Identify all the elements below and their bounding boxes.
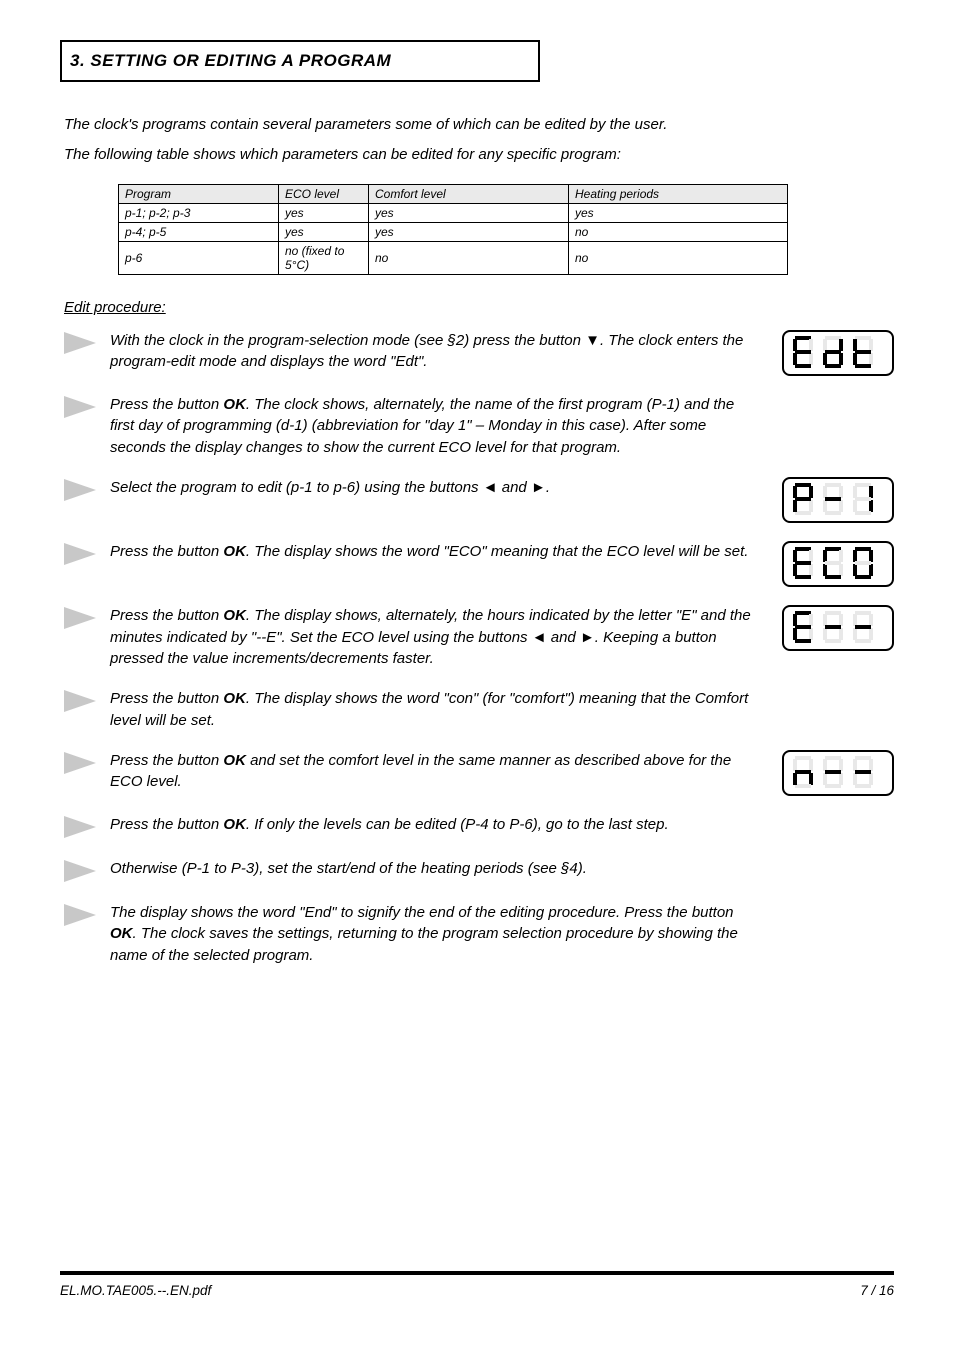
cell: p-4; p-5 xyxy=(119,222,279,241)
arrow-icon xyxy=(64,752,102,776)
cell: no xyxy=(369,241,569,274)
arrow-icon xyxy=(64,543,102,567)
lcd-display xyxy=(782,605,894,651)
intro-line1: The clock's programs contain several par… xyxy=(64,114,894,136)
step: Otherwise (P-1 to P-3), set the start/en… xyxy=(60,858,894,884)
table-row: p-6 no (fixed to 5°C) no no xyxy=(119,241,788,274)
step-text: With the clock in the program-selection … xyxy=(102,330,774,374)
lcd-display xyxy=(782,541,894,587)
lcd-slot xyxy=(774,750,894,796)
th-eco: ECO level xyxy=(279,184,369,203)
page-footer: EL.MO.TAE005.--.EN.pdf 7 / 16 xyxy=(60,1271,894,1298)
step-text: Otherwise (P-1 to P-3), set the start/en… xyxy=(102,858,774,880)
table-row: p-4; p-5 yes yes no xyxy=(119,222,788,241)
table-row: p-1; p-2; p-3 yes yes yes xyxy=(119,203,788,222)
lcd-display xyxy=(782,750,894,796)
th-comfort: Comfort level xyxy=(369,184,569,203)
arrow-icon xyxy=(64,816,102,840)
step: Press the button OK. The display shows, … xyxy=(60,605,894,670)
intro-text: The clock's programs contain several par… xyxy=(60,114,894,166)
step: Press the button OK and set the comfort … xyxy=(60,750,894,796)
step: Select the program to edit (p-1 to p-6) … xyxy=(60,477,894,523)
lcd-display xyxy=(782,477,894,523)
cell: p-6 xyxy=(119,241,279,274)
step: Press the button OK. If only the levels … xyxy=(60,814,894,840)
lcd-slot xyxy=(774,477,894,523)
step-text: Press the button OK. If only the levels … xyxy=(102,814,774,836)
footer-pagenum: 7 / 16 xyxy=(860,1283,894,1298)
cell: yes xyxy=(279,203,369,222)
table-header-row: Program ECO level Comfort level Heating … xyxy=(119,184,788,203)
cell: no xyxy=(569,222,788,241)
lcd-display xyxy=(782,330,894,376)
step-text: Press the button OK. The display shows t… xyxy=(102,541,774,563)
footer-filename: EL.MO.TAE005.--.EN.pdf xyxy=(60,1283,211,1298)
lcd-slot xyxy=(774,605,894,651)
cell: p-1; p-2; p-3 xyxy=(119,203,279,222)
arrow-icon xyxy=(64,332,102,356)
intro-line2: The following table shows which paramete… xyxy=(64,144,894,166)
step: The display shows the word "End" to sign… xyxy=(60,902,894,967)
cell: yes xyxy=(369,222,569,241)
steps-list: With the clock in the program-selection … xyxy=(60,330,894,967)
arrow-icon xyxy=(64,904,102,928)
lcd-slot xyxy=(774,330,894,376)
step-text: Press the button OK. The clock shows, al… xyxy=(102,394,774,459)
cell: yes xyxy=(369,203,569,222)
page-title: 3. SETTING OR EDITING A PROGRAM xyxy=(70,51,391,71)
cell: no xyxy=(569,241,788,274)
step-text: Select the program to edit (p-1 to p-6) … xyxy=(102,477,774,499)
section-heading: Edit procedure: xyxy=(64,299,894,316)
step: Press the button OK. The display shows t… xyxy=(60,541,894,587)
cell: yes xyxy=(569,203,788,222)
arrow-icon xyxy=(64,607,102,631)
params-table: Program ECO level Comfort level Heating … xyxy=(118,184,788,275)
arrow-icon xyxy=(64,479,102,503)
th-heating: Heating periods xyxy=(569,184,788,203)
arrow-icon xyxy=(64,860,102,884)
cell: no (fixed to 5°C) xyxy=(279,241,369,274)
step-text: Press the button OK and set the comfort … xyxy=(102,750,774,794)
arrow-icon xyxy=(64,396,102,420)
lcd-slot xyxy=(774,541,894,587)
page-title-box: 3. SETTING OR EDITING A PROGRAM xyxy=(60,40,540,82)
arrow-icon xyxy=(64,690,102,714)
cell: yes xyxy=(279,222,369,241)
step: Press the button OK. The display shows t… xyxy=(60,688,894,732)
step-text: Press the button OK. The display shows, … xyxy=(102,605,774,670)
footer-rule xyxy=(60,1271,894,1275)
step: Press the button OK. The clock shows, al… xyxy=(60,394,894,459)
step: With the clock in the program-selection … xyxy=(60,330,894,376)
step-text: Press the button OK. The display shows t… xyxy=(102,688,774,732)
th-program: Program xyxy=(119,184,279,203)
step-text: The display shows the word "End" to sign… xyxy=(102,902,774,967)
